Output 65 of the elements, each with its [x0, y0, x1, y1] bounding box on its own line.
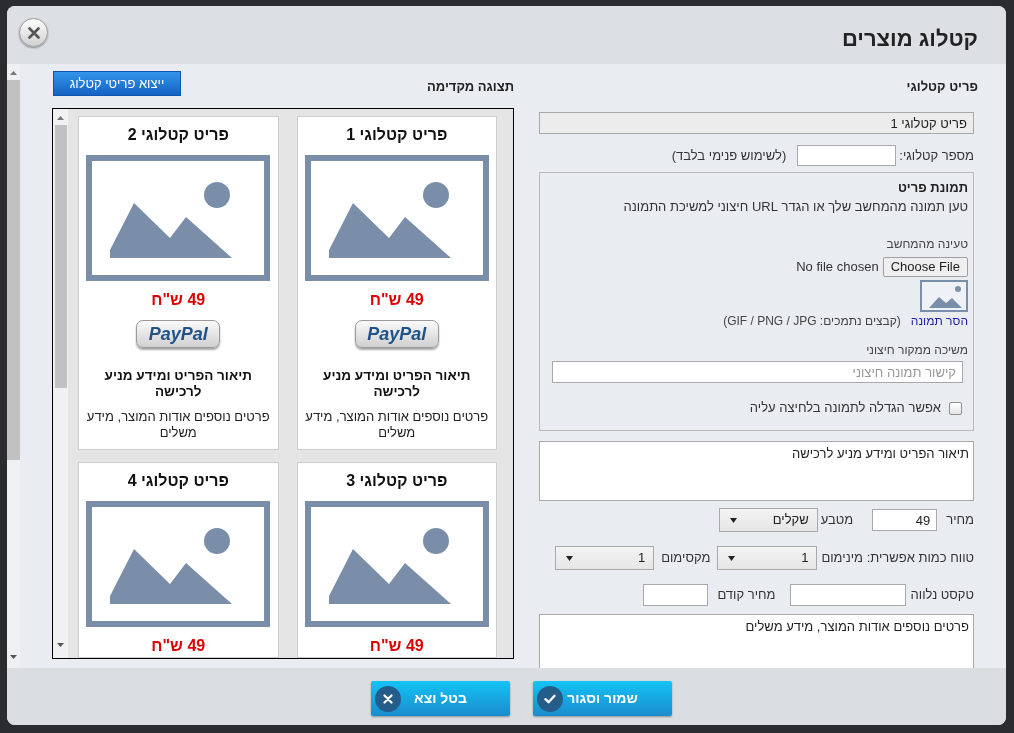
image-placeholder-icon — [304, 155, 489, 281]
external-url-field[interactable]: קישור תמונה חיצוני — [552, 361, 963, 383]
currency-select[interactable]: שקלים — [718, 508, 818, 532]
section-heading: פריט קטלוגי — [905, 79, 978, 95]
card-title: פריט קטלוגי 2 — [127, 125, 229, 145]
close-icon — [375, 685, 401, 712]
card-title: פריט קטלוגי 1 — [346, 125, 448, 145]
dropdown-arrow-icon — [729, 517, 737, 523]
image-placeholder-icon — [86, 155, 271, 281]
supported-formats-text: (קבצים נתמכים: GIF / PNG / JPG) — [723, 314, 901, 329]
price-field[interactable]: 49 — [872, 509, 938, 531]
remove-image-link[interactable]: הסר תמונה — [910, 314, 968, 329]
scroll-down-icon[interactable] — [57, 643, 64, 647]
image-placeholder-icon — [304, 501, 489, 627]
upload-label: טעינה מהמחשב — [886, 237, 968, 252]
image-placeholder-icon — [86, 501, 271, 627]
field-label: מחיר קודם — [717, 587, 776, 603]
description-field[interactable]: תיאור הפריט ומידע מניע לרכישה — [539, 441, 974, 501]
scroll-up-icon[interactable] — [57, 116, 64, 120]
field-note: (לשימוש פנימי בלבד) — [671, 147, 787, 164]
checkbox-label: אפשר הגדלה לתמונה בלחיצה עליה — [749, 400, 941, 416]
minimum-select[interactable]: 1 — [717, 546, 818, 570]
catalog-number-field[interactable] — [797, 145, 897, 166]
card-title: פריט קטלוגי 3 — [346, 471, 448, 491]
old-price-field[interactable] — [643, 584, 709, 606]
item-details: פרטים נוספים אודות המוצר, מידע משלים — [85, 409, 271, 441]
external-source-label: משיכה ממקור חיצוני — [866, 343, 968, 358]
item-details: פרטים נוספים אודות המוצר, מידע משלים — [304, 409, 490, 441]
details-field[interactable]: פרטים נוספים אודות המוצר, מידע משלים — [539, 614, 974, 668]
item-description: תיאור הפריט ומידע מניע לרכישה — [322, 368, 472, 400]
field-label: מחיר — [946, 512, 974, 528]
field-label: טווח כמות אפשרית: מינימום — [821, 550, 974, 566]
dropdown-arrow-icon — [728, 555, 736, 561]
price-text: 49 ש"ח — [369, 291, 424, 309]
check-icon — [537, 685, 563, 712]
checkbox[interactable] — [949, 401, 962, 415]
scrollbar-thumb[interactable] — [7, 80, 20, 460]
item-name-field[interactable]: פריט קטלוגי 1 — [539, 112, 974, 134]
dialog-title: קטלוג מוצרים — [841, 26, 978, 52]
price-text: 49 ש"ח — [151, 637, 206, 655]
price-text: 49 ש"ח — [369, 637, 424, 655]
image-section-heading: תמונת פריט — [897, 180, 968, 195]
field-label: מטבע — [820, 512, 854, 528]
card-title: פריט קטלוגי 4 — [127, 471, 229, 491]
price-text: 49 ש"ח — [151, 291, 206, 309]
close-icon — [27, 26, 40, 39]
preview-heading: תצוגה מקדימה — [426, 77, 514, 95]
image-thumbnail-icon — [920, 280, 968, 312]
scroll-down-icon[interactable] — [10, 655, 17, 659]
item-description: תיאור הפריט ומידע מניע לרכישה — [103, 368, 253, 400]
image-section-hint: טען תמונה מהמחשב שלך או הגדר URL חיצוני למשיכת התמונה — [623, 199, 968, 215]
field-label: טקסט נלווה — [910, 587, 974, 603]
file-status-text: No file chosen — [796, 259, 879, 275]
paypal-button[interactable]: PayPal — [136, 320, 221, 348]
companion-text-field[interactable] — [789, 584, 906, 606]
scrollbar-thumb[interactable] — [54, 125, 67, 388]
scroll-up-icon[interactable] — [10, 71, 17, 75]
export-button[interactable]: ייצוא פריטי קטלוג — [53, 71, 181, 96]
dropdown-arrow-icon — [566, 555, 574, 561]
paypal-button[interactable]: PayPal — [354, 320, 439, 348]
close-button[interactable] — [19, 18, 48, 47]
field-label: מספר קטלוגי: — [899, 147, 974, 164]
maximum-select[interactable]: 1 — [555, 546, 655, 570]
field-label: מקסימום — [661, 550, 711, 566]
choose-file-button[interactable]: Choose File — [882, 257, 968, 277]
